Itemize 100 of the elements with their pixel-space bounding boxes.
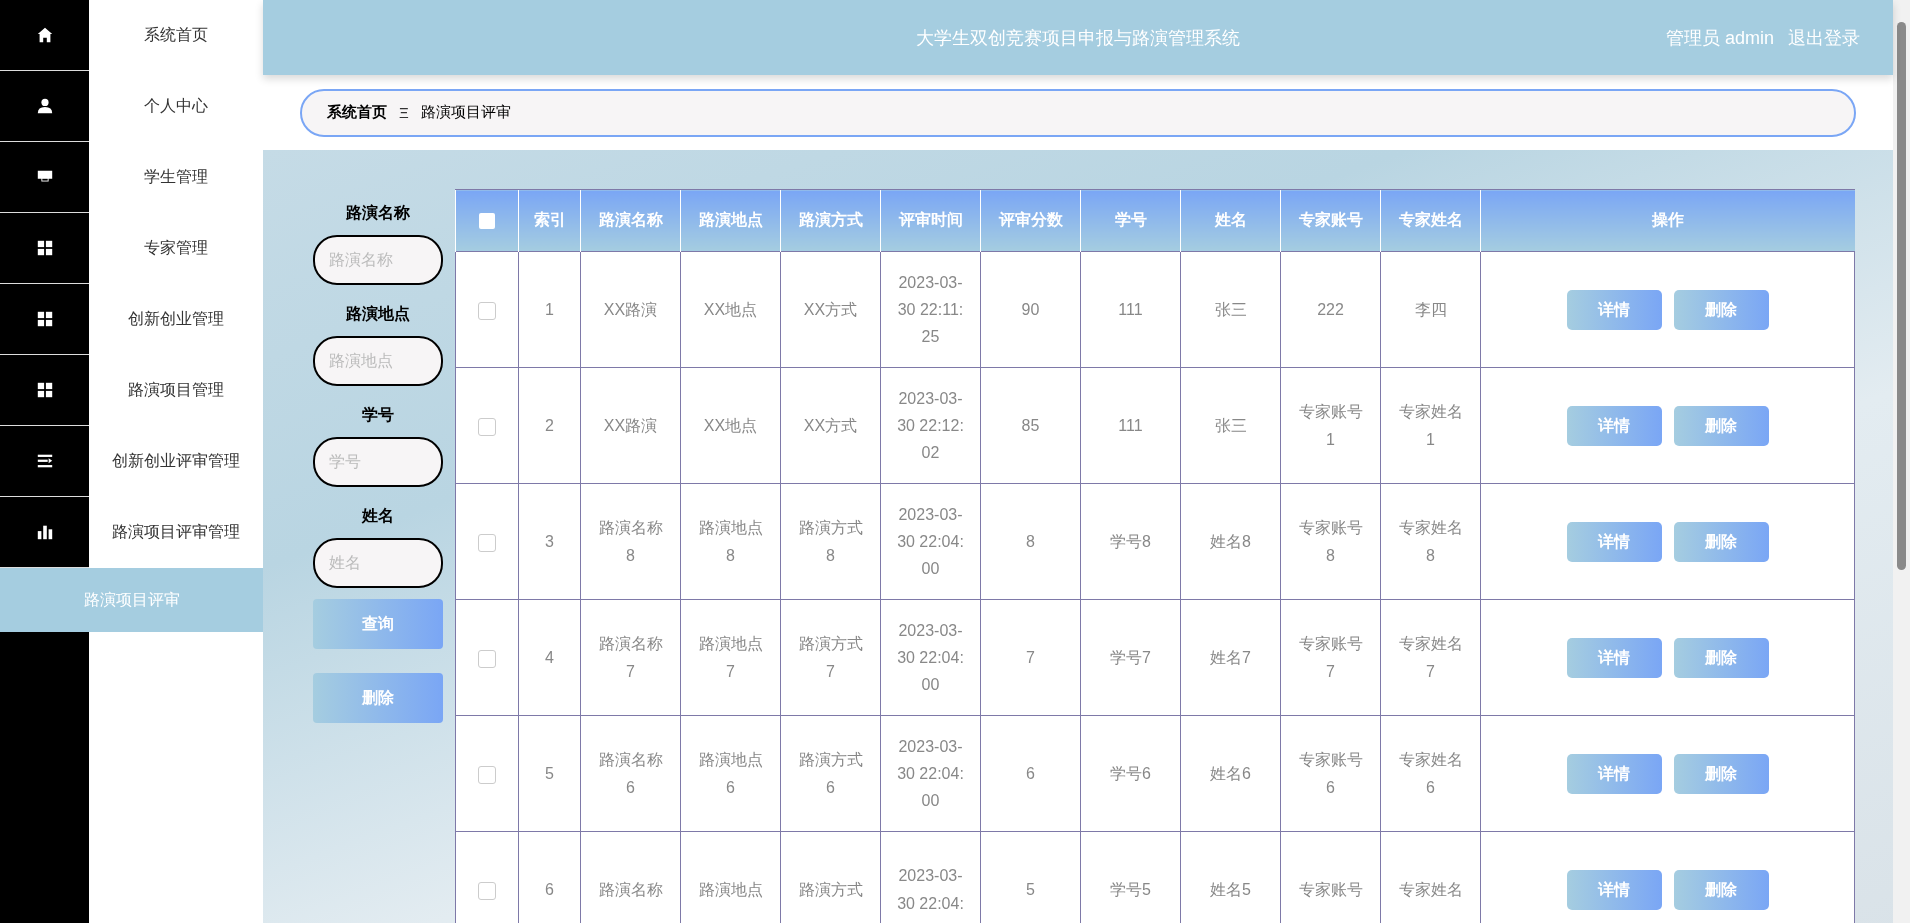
table-cell: 4 [518,599,581,716]
table-cell: 90 [980,251,1081,368]
sidebar-item[interactable]: 创新创业管理 [0,284,263,355]
table-cell: 路演地点7 [680,599,781,716]
table-cell: 路演名称 [580,831,681,923]
table-cell: 路演地点8 [680,483,781,600]
field-label: 学号 [361,405,395,425]
breadcrumb-home-link[interactable]: 系统首页 [327,103,387,122]
row-checkbox[interactable] [478,301,496,320]
table-cell: 路演名称8 [580,483,681,600]
grid-icon [35,381,54,399]
detail-button[interactable]: 详情 [1566,869,1662,910]
table-cell: 2023-03-30 22:12:02 [880,367,981,484]
detail-button[interactable]: 详情 [1566,637,1662,678]
table-cell: 路演地点 [680,831,781,923]
table-cell: 专家账号1 [1280,367,1381,484]
search-field[interactable]: 学号 [313,437,443,487]
column-header: 评审分数 [980,189,1081,252]
table-cell: 专家账号6 [1280,715,1381,832]
detail-button[interactable]: 详情 [1566,405,1662,446]
delete-button[interactable]: 删除 [313,673,443,723]
table-cell: 专家姓名 [1380,831,1481,923]
user-icon [35,97,54,115]
query-button[interactable]: 查询 [313,599,443,649]
delete-button[interactable]: 删除 [1673,637,1769,678]
table-cell: 6 [518,831,581,923]
field-label: 姓名 [360,506,395,526]
table-cell: 8 [980,483,1081,600]
search-field[interactable]: 路演名称 [313,235,443,285]
table-cell: 姓名6 [1180,715,1281,832]
sidebar-item[interactable]: 学生管理 [0,142,263,213]
delete-button[interactable]: 删除 [1673,405,1769,446]
table-cell: 2023-03-30 22:04:00 [880,715,981,832]
column-header: 索引 [518,189,581,252]
delete-button[interactable]: 删除 [1673,869,1769,910]
column-header: 学号 [1080,189,1181,252]
sidebar-item[interactable]: 路演项目管理 [0,355,263,426]
table-cell: XX方式 [780,367,881,484]
table-cell: 专家账号7 [1280,599,1381,716]
table-cell: 专家姓名1 [1380,367,1481,484]
app-title: 大学生双创竞赛项目申报与路演管理系统 [916,26,1240,50]
table-cell: 学号7 [1080,599,1181,716]
table-cell: 张三 [1180,367,1281,484]
table-cell: 5 [980,831,1081,923]
table-cell: 张三 [1180,251,1281,368]
home-icon [35,26,54,44]
table-cell: 路演方式8 [780,483,881,600]
table-cell: 学号5 [1080,831,1181,923]
row-checkbox[interactable] [478,533,496,552]
table-cell: 222 [1280,251,1381,368]
logout-link[interactable]: 退出登录 [1788,25,1860,50]
table-cell: 路演名称6 [580,715,681,832]
sidebar-item[interactable]: 专家管理 [0,213,263,284]
detail-button[interactable]: 详情 [1566,521,1662,562]
table-cell: 姓名5 [1180,831,1281,923]
sidebar-item[interactable]: 路演项目评审 [0,568,263,632]
table-cell: 7 [980,599,1081,716]
detail-button[interactable]: 详情 [1566,289,1662,330]
field-label: 路演地点 [345,304,411,324]
column-header: 操作 [1480,189,1855,252]
search-field[interactable]: 姓名 [313,538,443,588]
table-cell: XX路演 [580,367,681,484]
table-cell: XX地点 [680,367,781,484]
select-all-checkbox[interactable] [479,213,495,230]
table-cell: 111 [1080,367,1181,484]
table-cell: 学号8 [1080,483,1181,600]
table-cell: 2023-03-30 22:04:00 [880,483,981,600]
row-checkbox[interactable] [478,417,496,436]
delete-button[interactable]: 删除 [1673,521,1769,562]
sidebar-item[interactable]: 个人中心 [0,71,263,142]
table-cell: 3 [518,483,581,600]
table-cell: XX路演 [580,251,681,368]
row-checkbox[interactable] [478,881,496,900]
grid-icon [35,239,54,257]
sidebar-item[interactable]: 创新创业评审管理 [0,426,263,497]
table-cell: 2023-03-30 22:04:00 [880,599,981,716]
delete-button[interactable]: 删除 [1673,753,1769,794]
delete-button[interactable]: 删除 [1673,289,1769,330]
grid-icon [35,310,54,328]
table-cell: XX方式 [780,251,881,368]
sidebar-item[interactable]: 系统首页 [0,0,263,71]
table-cell: 2023-03-30 22:11:25 [880,251,981,368]
table-cell: 85 [980,367,1081,484]
table-cell: 专家账号 [1280,831,1381,923]
field-label: 路演名称 [345,203,411,223]
table-cell: 路演方式6 [780,715,881,832]
row-checkbox[interactable] [478,765,496,784]
table-cell: 姓名8 [1180,483,1281,600]
table-cell: 111 [1080,251,1181,368]
bar-chart-icon [35,523,54,541]
detail-button[interactable]: 详情 [1566,753,1662,794]
sidebar-item[interactable]: 路演项目评审管理 [0,497,263,568]
row-checkbox[interactable] [478,649,496,668]
table-cell: 李四 [1380,251,1481,368]
search-field[interactable]: 路演地点 [313,336,443,386]
table-cell: 5 [518,715,581,832]
user-label: 管理员 admin [1665,26,1774,50]
table-cell: 6 [980,715,1081,832]
list-icon [35,452,54,470]
column-header: 姓名 [1180,189,1281,252]
